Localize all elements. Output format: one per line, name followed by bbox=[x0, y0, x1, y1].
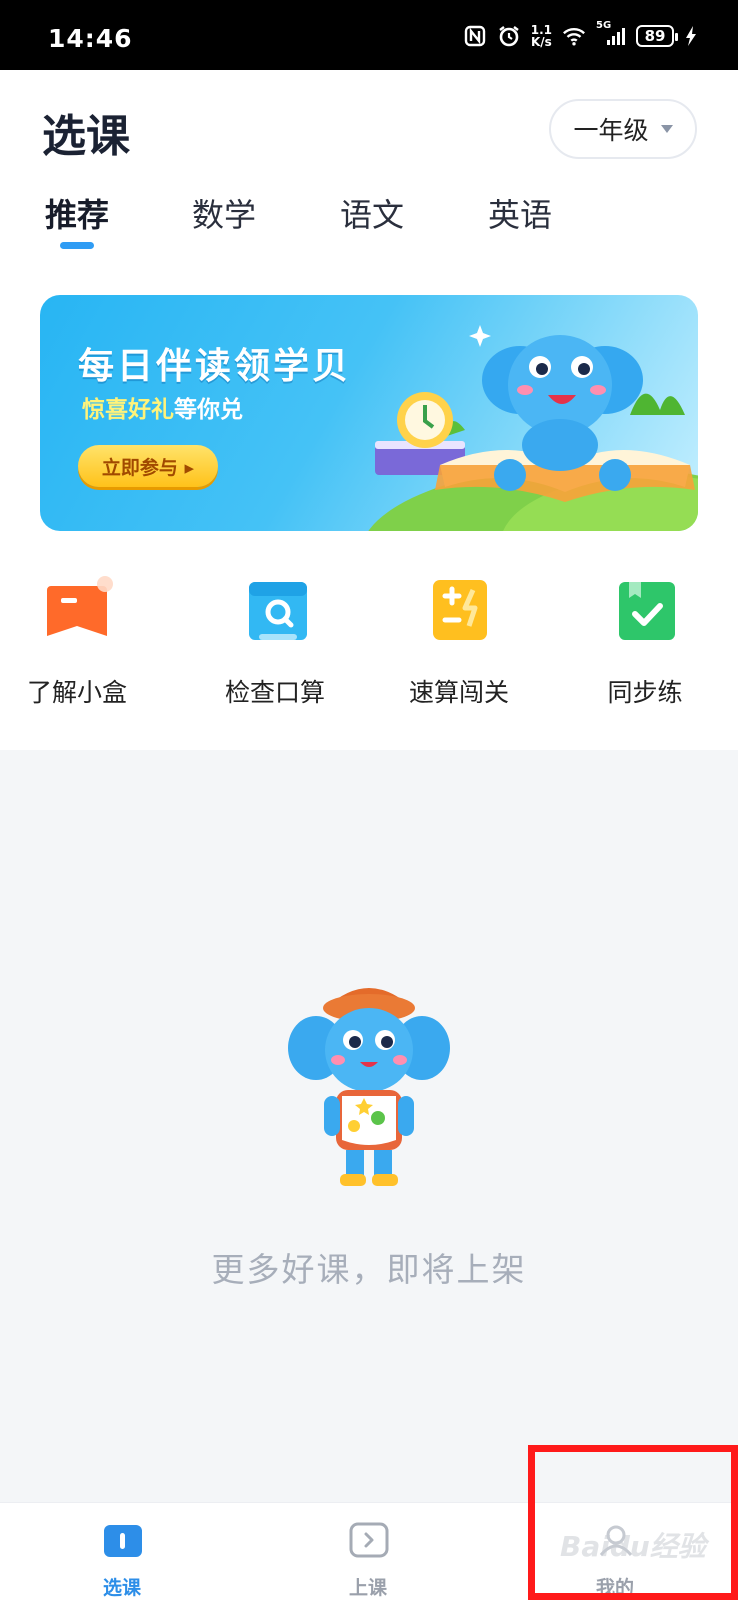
checklist-icon bbox=[619, 582, 675, 640]
promo-banner[interactable]: 每日伴读领学贝 惊喜好礼等你兑 立即参与 ▸ bbox=[40, 295, 698, 531]
page-title: 选课 bbox=[42, 111, 130, 162]
quick-entry-intro-label: 了解小盒 bbox=[26, 678, 127, 707]
play-icon bbox=[349, 1522, 389, 1558]
grade-select-value: 一年级 bbox=[573, 116, 649, 145]
quick-entry-practice[interactable]: 同步练 bbox=[570, 576, 720, 716]
nav-label-attend-class: 上课 bbox=[348, 1577, 387, 1599]
nav-item-select-course[interactable]: 选课 bbox=[52, 1503, 192, 1601]
network-speed-unit: K/s bbox=[530, 35, 552, 49]
empty-state: 更多好课，即将上架 bbox=[0, 750, 738, 1502]
watermark: Baidu经验 bbox=[560, 1530, 706, 1563]
banner-join-button[interactable]: 立即参与 ▸ bbox=[78, 445, 218, 487]
empty-state-message: 更多好课，即将上架 bbox=[211, 1250, 527, 1289]
quick-entry-check[interactable]: 检查口算 bbox=[200, 576, 350, 716]
banner-subtitle: 惊喜好礼等你兑 bbox=[82, 390, 243, 424]
elephant-reading-illustration bbox=[368, 325, 698, 531]
elephant-mascot-illustration bbox=[288, 988, 450, 1186]
banner-subtitle-rest: 等你兑 bbox=[174, 397, 243, 423]
calculator-icon bbox=[433, 580, 487, 640]
quick-entry-speed[interactable]: 速算闯关 bbox=[384, 576, 534, 716]
banner-subtitle-highlight: 惊喜好礼 bbox=[82, 397, 174, 423]
quick-entries: 了解小盒 检查口算 速算闯关 同步练 bbox=[0, 576, 738, 716]
tab-recommend[interactable]: 推荐 bbox=[45, 190, 109, 236]
battery-level: 89 bbox=[644, 27, 666, 45]
box-intro-icon bbox=[47, 576, 113, 636]
status-bar: 14:46 1.1 K/s 5G 89 bbox=[0, 0, 738, 70]
status-time: 14:46 bbox=[48, 24, 133, 53]
subject-tabs: 推荐 数学 语文 英语 bbox=[0, 190, 738, 250]
quick-entry-practice-label: 同步练 bbox=[607, 678, 683, 707]
battery-icon: 89 bbox=[636, 25, 678, 47]
signal-icon: 5G bbox=[596, 20, 626, 48]
nav-item-attend-class[interactable]: 上课 bbox=[298, 1503, 438, 1601]
quick-entry-intro[interactable]: 了解小盒 bbox=[2, 576, 152, 716]
quick-entry-speed-label: 速算闯关 bbox=[408, 678, 509, 707]
status-icons: 1.1 K/s 5G 89 bbox=[463, 20, 698, 52]
search-check-icon bbox=[249, 582, 307, 640]
alarm-icon bbox=[497, 24, 521, 48]
book-icon bbox=[104, 1525, 142, 1557]
signal-label: 5G bbox=[596, 20, 612, 31]
tab-chinese[interactable]: 语文 bbox=[340, 190, 404, 236]
wifi-icon bbox=[562, 24, 586, 48]
charging-icon bbox=[684, 24, 698, 48]
nfc-icon bbox=[463, 24, 487, 48]
tab-math[interactable]: 数学 bbox=[192, 190, 256, 236]
tab-english[interactable]: 英语 bbox=[488, 190, 552, 236]
network-speed: 1.1 K/s bbox=[531, 24, 552, 48]
nav-label-select-course: 选课 bbox=[102, 1577, 141, 1599]
quick-entry-check-label: 检查口算 bbox=[224, 678, 325, 707]
caret-down-icon bbox=[660, 125, 673, 133]
grade-select[interactable]: 一年级 bbox=[549, 99, 697, 159]
banner-title: 每日伴读领学贝 bbox=[78, 346, 352, 387]
tab-indicator bbox=[60, 242, 94, 249]
